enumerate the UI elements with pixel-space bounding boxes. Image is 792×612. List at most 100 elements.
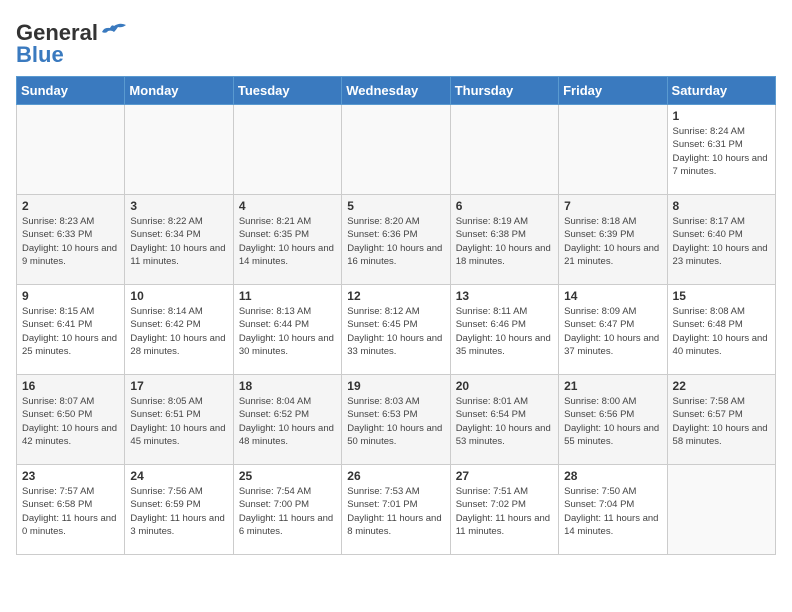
calendar-cell: 15 Sunrise: 8:08 AM Sunset: 6:48 PM Dayli…	[667, 285, 775, 375]
day-number: 13	[456, 289, 553, 303]
day-info: Sunrise: 7:53 AM Sunset: 7:01 PM Dayligh…	[347, 485, 444, 538]
calendar-cell: 28 Sunrise: 7:50 AM Sunset: 7:04 PM Dayli…	[559, 465, 667, 555]
day-number: 7	[564, 199, 661, 213]
day-header-thursday: Thursday	[450, 77, 558, 105]
calendar-cell: 6 Sunrise: 8:19 AM Sunset: 6:38 PM Daylig…	[450, 195, 558, 285]
day-number: 5	[347, 199, 444, 213]
day-number: 28	[564, 469, 661, 483]
day-number: 27	[456, 469, 553, 483]
logo: General Blue	[16, 20, 128, 68]
day-number: 1	[673, 109, 770, 123]
day-info: Sunrise: 8:24 AM Sunset: 6:31 PM Dayligh…	[673, 125, 770, 178]
calendar-cell: 24 Sunrise: 7:56 AM Sunset: 6:59 PM Dayli…	[125, 465, 233, 555]
calendar-cell: 4 Sunrise: 8:21 AM Sunset: 6:35 PM Daylig…	[233, 195, 341, 285]
calendar-cell: 2 Sunrise: 8:23 AM Sunset: 6:33 PM Daylig…	[17, 195, 125, 285]
calendar-cell	[559, 105, 667, 195]
week-row-1: 1 Sunrise: 8:24 AM Sunset: 6:31 PM Daylig…	[17, 105, 776, 195]
calendar-cell: 8Sunrise: 8:17 AM Sunset: 6:40 PM Daylig…	[667, 195, 775, 285]
day-number: 24	[130, 469, 227, 483]
logo-bird-icon	[100, 22, 128, 44]
day-header-wednesday: Wednesday	[342, 77, 450, 105]
calendar-cell	[667, 465, 775, 555]
day-header-tuesday: Tuesday	[233, 77, 341, 105]
day-number: 19	[347, 379, 444, 393]
day-info: Sunrise: 7:58 AM Sunset: 6:57 PM Dayligh…	[673, 395, 770, 448]
days-header-row: SundayMondayTuesdayWednesdayThursdayFrid…	[17, 77, 776, 105]
calendar-cell: 17 Sunrise: 8:05 AM Sunset: 6:51 PM Dayli…	[125, 375, 233, 465]
day-info: Sunrise: 8:13 AM Sunset: 6:44 PM Dayligh…	[239, 305, 336, 358]
day-number: 10	[130, 289, 227, 303]
day-info: Sunrise: 7:56 AM Sunset: 6:59 PM Dayligh…	[130, 485, 227, 538]
day-number: 16	[22, 379, 119, 393]
day-info: Sunrise: 8:07 AM Sunset: 6:50 PM Dayligh…	[22, 395, 119, 448]
calendar-cell: 9 Sunrise: 8:15 AM Sunset: 6:41 PM Daylig…	[17, 285, 125, 375]
day-info: Sunrise: 7:57 AM Sunset: 6:58 PM Dayligh…	[22, 485, 119, 538]
calendar-cell: 13 Sunrise: 8:11 AM Sunset: 6:46 PM Dayli…	[450, 285, 558, 375]
day-number: 9	[22, 289, 119, 303]
day-number: 23	[22, 469, 119, 483]
day-info: Sunrise: 8:03 AM Sunset: 6:53 PM Dayligh…	[347, 395, 444, 448]
calendar-cell: 21 Sunrise: 8:00 AM Sunset: 6:56 PM Dayli…	[559, 375, 667, 465]
day-info: Sunrise: 8:21 AM Sunset: 6:35 PM Dayligh…	[239, 215, 336, 268]
week-row-5: 23 Sunrise: 7:57 AM Sunset: 6:58 PM Dayli…	[17, 465, 776, 555]
day-header-saturday: Saturday	[667, 77, 775, 105]
day-number: 17	[130, 379, 227, 393]
day-number: 20	[456, 379, 553, 393]
day-info: Sunrise: 8:04 AM Sunset: 6:52 PM Dayligh…	[239, 395, 336, 448]
calendar-cell: 3Sunrise: 8:22 AM Sunset: 6:34 PM Daylig…	[125, 195, 233, 285]
day-info: Sunrise: 8:14 AM Sunset: 6:42 PM Dayligh…	[130, 305, 227, 358]
day-number: 18	[239, 379, 336, 393]
calendar-cell: 25 Sunrise: 7:54 AM Sunset: 7:00 PM Dayli…	[233, 465, 341, 555]
calendar-cell	[450, 105, 558, 195]
logo-blue: Blue	[16, 42, 64, 68]
day-number: 22	[673, 379, 770, 393]
day-info: Sunrise: 8:11 AM Sunset: 6:46 PM Dayligh…	[456, 305, 553, 358]
calendar-cell: 22 Sunrise: 7:58 AM Sunset: 6:57 PM Dayli…	[667, 375, 775, 465]
calendar-cell: 23 Sunrise: 7:57 AM Sunset: 6:58 PM Dayli…	[17, 465, 125, 555]
day-info: Sunrise: 7:50 AM Sunset: 7:04 PM Dayligh…	[564, 485, 661, 538]
calendar-cell: 27 Sunrise: 7:51 AM Sunset: 7:02 PM Dayli…	[450, 465, 558, 555]
day-number: 2	[22, 199, 119, 213]
day-info: Sunrise: 8:19 AM Sunset: 6:38 PM Dayligh…	[456, 215, 553, 268]
calendar-cell: 18 Sunrise: 8:04 AM Sunset: 6:52 PM Dayli…	[233, 375, 341, 465]
day-number: 21	[564, 379, 661, 393]
day-header-monday: Monday	[125, 77, 233, 105]
calendar-cell: 19 Sunrise: 8:03 AM Sunset: 6:53 PM Dayli…	[342, 375, 450, 465]
calendar-cell: 16 Sunrise: 8:07 AM Sunset: 6:50 PM Dayli…	[17, 375, 125, 465]
day-number: 4	[239, 199, 336, 213]
day-info: Sunrise: 7:54 AM Sunset: 7:00 PM Dayligh…	[239, 485, 336, 538]
day-info: Sunrise: 8:12 AM Sunset: 6:45 PM Dayligh…	[347, 305, 444, 358]
day-number: 6	[456, 199, 553, 213]
calendar-cell: 26Sunrise: 7:53 AM Sunset: 7:01 PM Dayli…	[342, 465, 450, 555]
day-number: 25	[239, 469, 336, 483]
day-info: Sunrise: 8:15 AM Sunset: 6:41 PM Dayligh…	[22, 305, 119, 358]
week-row-2: 2 Sunrise: 8:23 AM Sunset: 6:33 PM Daylig…	[17, 195, 776, 285]
day-info: Sunrise: 8:01 AM Sunset: 6:54 PM Dayligh…	[456, 395, 553, 448]
day-info: Sunrise: 8:00 AM Sunset: 6:56 PM Dayligh…	[564, 395, 661, 448]
day-header-sunday: Sunday	[17, 77, 125, 105]
day-info: Sunrise: 8:22 AM Sunset: 6:34 PM Dayligh…	[130, 215, 227, 268]
calendar-cell: 11 Sunrise: 8:13 AM Sunset: 6:44 PM Dayli…	[233, 285, 341, 375]
day-info: Sunrise: 8:18 AM Sunset: 6:39 PM Dayligh…	[564, 215, 661, 268]
day-info: Sunrise: 8:17 AM Sunset: 6:40 PM Dayligh…	[673, 215, 770, 268]
calendar-cell	[125, 105, 233, 195]
day-number: 15	[673, 289, 770, 303]
calendar-cell: 10 Sunrise: 8:14 AM Sunset: 6:42 PM Dayli…	[125, 285, 233, 375]
day-number: 11	[239, 289, 336, 303]
calendar-cell: 12 Sunrise: 8:12 AM Sunset: 6:45 PM Dayli…	[342, 285, 450, 375]
day-number: 12	[347, 289, 444, 303]
calendar-cell: 7 Sunrise: 8:18 AM Sunset: 6:39 PM Daylig…	[559, 195, 667, 285]
day-info: Sunrise: 8:08 AM Sunset: 6:48 PM Dayligh…	[673, 305, 770, 358]
calendar-cell: 14Sunrise: 8:09 AM Sunset: 6:47 PM Dayli…	[559, 285, 667, 375]
day-info: Sunrise: 8:23 AM Sunset: 6:33 PM Dayligh…	[22, 215, 119, 268]
calendar-cell: 5 Sunrise: 8:20 AM Sunset: 6:36 PM Daylig…	[342, 195, 450, 285]
calendar-cell: 1 Sunrise: 8:24 AM Sunset: 6:31 PM Daylig…	[667, 105, 775, 195]
day-info: Sunrise: 8:09 AM Sunset: 6:47 PM Dayligh…	[564, 305, 661, 358]
calendar-cell	[17, 105, 125, 195]
day-info: Sunrise: 8:20 AM Sunset: 6:36 PM Dayligh…	[347, 215, 444, 268]
header: General Blue	[16, 16, 776, 68]
day-info: Sunrise: 7:51 AM Sunset: 7:02 PM Dayligh…	[456, 485, 553, 538]
day-info: Sunrise: 8:05 AM Sunset: 6:51 PM Dayligh…	[130, 395, 227, 448]
calendar-cell: 20 Sunrise: 8:01 AM Sunset: 6:54 PM Dayli…	[450, 375, 558, 465]
calendar-table: SundayMondayTuesdayWednesdayThursdayFrid…	[16, 76, 776, 555]
